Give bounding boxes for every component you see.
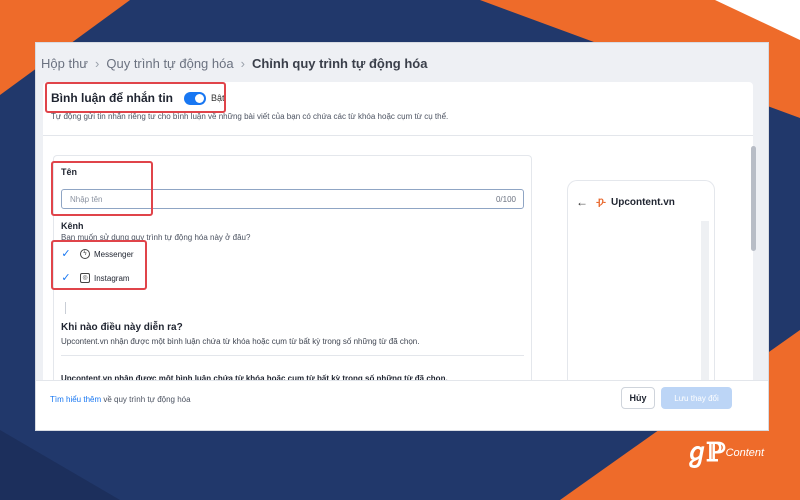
editor-panel: Bình luận để nhắn tin Bật Tự động gửi ti… xyxy=(43,82,756,430)
footer-bar: Tìm hiểu thêm về quy trình tự động hóa H… xyxy=(36,380,768,430)
page-logo-icon: -Ƿ- xyxy=(596,197,606,207)
trigger-title: Khi nào điều này diễn ra? xyxy=(61,322,183,333)
brand-corner-text: Content xyxy=(725,447,765,459)
card-divider xyxy=(61,355,524,356)
preview-scrollbar[interactable] xyxy=(701,221,709,394)
breadcrumb-current: Chỉnh quy trình tự động hóa xyxy=(251,55,428,71)
channel-label: Kênh xyxy=(61,221,84,231)
learn-more-link[interactable]: Tìm hiểu thêm xyxy=(50,395,101,404)
automation-description: Tự động gửi tin nhắn riêng tư cho bình l… xyxy=(51,112,449,121)
name-char-counter: 0/100 xyxy=(495,195,516,204)
learn-more-rest: về quy trình tự động hóa xyxy=(101,395,191,404)
chevron-right-icon: › xyxy=(240,55,245,71)
breadcrumb: Hộp thư › Quy trình tự động hóa › Chỉnh … xyxy=(41,53,427,73)
highlight-box-title xyxy=(45,82,226,113)
header-divider xyxy=(43,135,753,136)
message-preview-phone: ← -Ƿ- Upcontent.vn xyxy=(567,180,715,394)
automation-editor-window: Hộp thư › Quy trình tự động hóa › Chỉnh … xyxy=(35,42,769,431)
preview-page-name: Upcontent.vn xyxy=(610,196,675,208)
learn-more-text: Tìm hiểu thêm về quy trình tự động hóa xyxy=(50,395,191,404)
preview-header: ← -Ƿ- Upcontent.vn xyxy=(576,196,675,208)
highlight-box-name xyxy=(51,161,153,216)
brand-mark-icon: ℊℙ xyxy=(684,438,726,468)
highlight-box-channels xyxy=(51,240,147,290)
chevron-right-icon: › xyxy=(95,55,100,71)
cancel-button[interactable]: Hủy xyxy=(621,387,655,409)
save-changes-button[interactable]: Lưu thay đổi xyxy=(661,387,732,409)
flow-connector-line xyxy=(65,302,66,314)
trigger-description: Upcontent.vn nhận được một bình luận chứ… xyxy=(61,337,420,346)
brand-corner-logo: ℊℙ Content xyxy=(684,440,764,466)
back-arrow-icon: ← xyxy=(576,195,588,209)
breadcrumb-automations[interactable]: Quy trình tự động hóa xyxy=(106,56,233,71)
breadcrumb-inbox[interactable]: Hộp thư xyxy=(41,56,88,71)
page-scrollbar-thumb[interactable] xyxy=(751,146,756,251)
